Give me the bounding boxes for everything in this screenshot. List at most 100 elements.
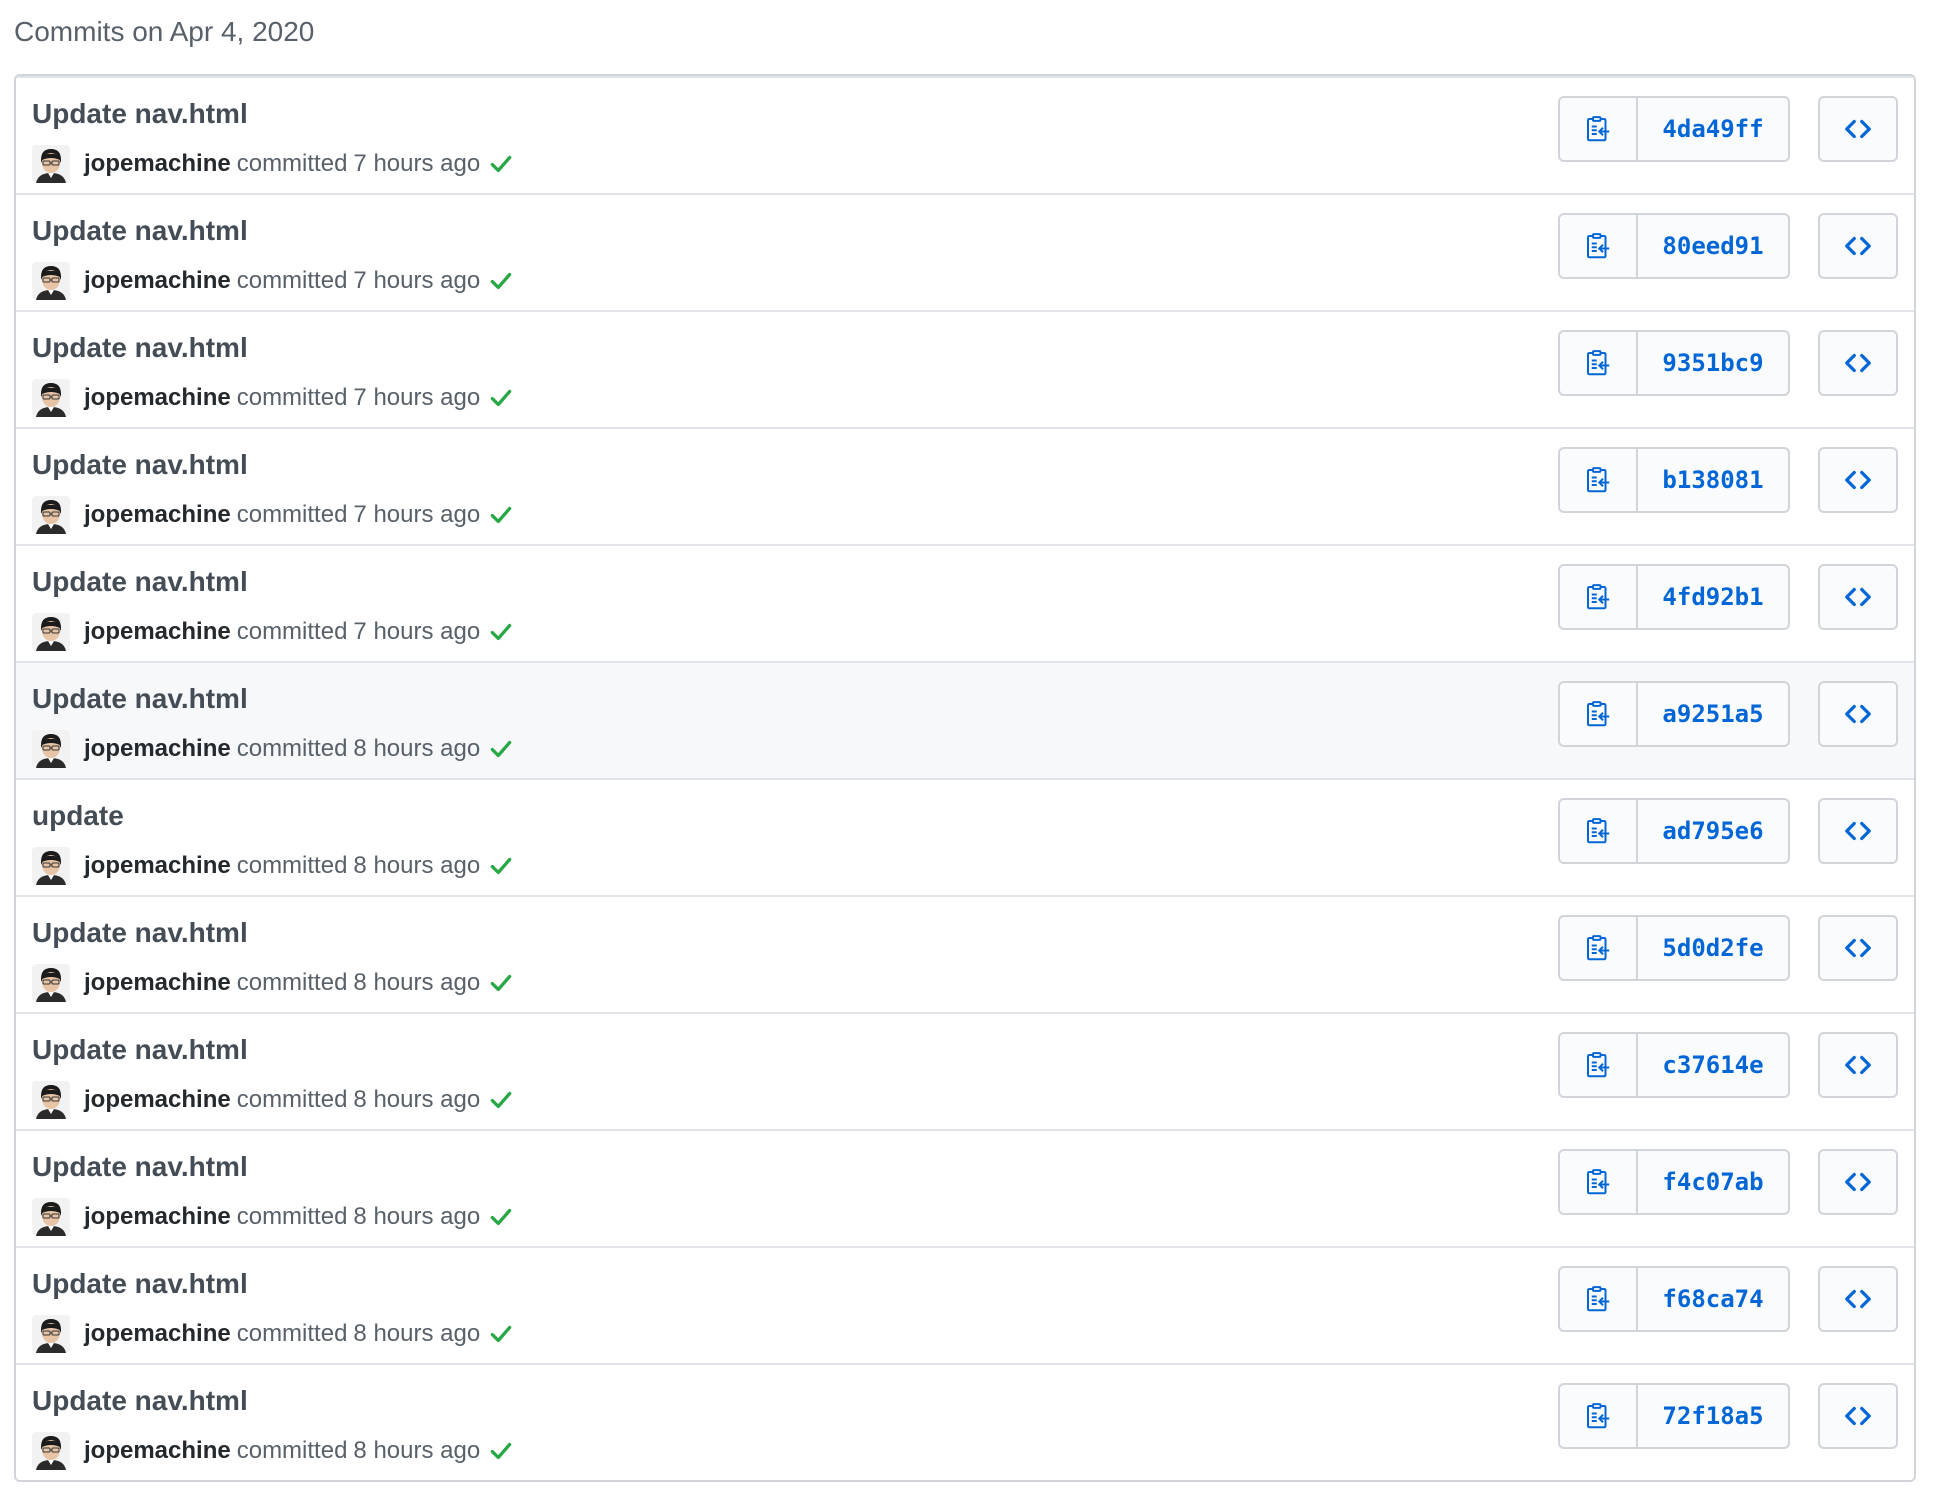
browse-repo-button[interactable] <box>1818 681 1898 747</box>
copy-sha-button[interactable] <box>1560 1385 1638 1447</box>
copy-sha-button[interactable] <box>1560 332 1638 394</box>
author-avatar[interactable] <box>32 964 70 1002</box>
author-avatar[interactable] <box>32 613 70 651</box>
commit-title-link[interactable]: update <box>32 798 124 834</box>
commit-title-link[interactable]: Update nav.html <box>32 96 248 132</box>
commit-row: Update nav.html jopemachine <box>16 1363 1914 1480</box>
browse-repo-button[interactable] <box>1818 330 1898 396</box>
author-avatar[interactable] <box>32 379 70 417</box>
author-avatar[interactable] <box>32 262 70 300</box>
author-avatar[interactable] <box>32 730 70 768</box>
commit-sha-link[interactable]: c37614e <box>1638 1034 1788 1096</box>
commit-author-link[interactable]: jopemachine <box>84 1437 231 1465</box>
commit-sha-link[interactable]: b138081 <box>1638 449 1788 511</box>
copy-sha-button[interactable] <box>1560 566 1638 628</box>
browse-repo-button[interactable] <box>1818 798 1898 864</box>
commit-author-link[interactable]: jopemachine <box>84 1320 231 1348</box>
commit-title-link[interactable]: Update nav.html <box>32 1032 248 1068</box>
commit-author-link[interactable]: jopemachine <box>84 852 231 880</box>
check-icon[interactable] <box>488 1321 514 1347</box>
commit-meta: jopemachine committed 7 hours ago <box>32 261 514 301</box>
browse-repo-button[interactable] <box>1818 1032 1898 1098</box>
check-icon[interactable] <box>488 502 514 528</box>
commit-title-link[interactable]: Update nav.html <box>32 1149 248 1185</box>
check-icon[interactable] <box>488 151 514 177</box>
commit-meta: jopemachine committed 8 hours ago <box>32 729 514 769</box>
copy-sha-button[interactable] <box>1560 98 1638 160</box>
commit-title-link[interactable]: Update nav.html <box>32 564 248 600</box>
commit-sha-link[interactable]: f68ca74 <box>1638 1268 1788 1330</box>
commit-title-link[interactable]: Update nav.html <box>32 330 248 366</box>
browse-repo-button[interactable] <box>1818 915 1898 981</box>
commit-title-link[interactable]: Update nav.html <box>32 1266 248 1302</box>
commit-sha-link[interactable]: 4fd92b1 <box>1638 566 1788 628</box>
browse-repo-button[interactable] <box>1818 213 1898 279</box>
commit-sha-link[interactable]: 4da49ff <box>1638 98 1788 160</box>
commit-sha-link[interactable]: ad795e6 <box>1638 800 1788 862</box>
commit-sha-link[interactable]: 9351bc9 <box>1638 332 1788 394</box>
commit-meta: jopemachine committed 7 hours ago <box>32 495 514 535</box>
check-icon[interactable] <box>488 853 514 879</box>
commit-author-link[interactable]: jopemachine <box>84 267 231 295</box>
commit-sha-link[interactable]: 5d0d2fe <box>1638 917 1788 979</box>
browse-repo-button[interactable] <box>1818 96 1898 162</box>
commit-title-link[interactable]: Update nav.html <box>32 681 248 717</box>
commit-list: Update nav.html jopemachine committed 7 … <box>14 74 1916 1482</box>
commit-author-link[interactable]: jopemachine <box>84 1203 231 1231</box>
browse-repo-button[interactable] <box>1818 1149 1898 1215</box>
check-icon[interactable] <box>488 385 514 411</box>
check-icon[interactable] <box>488 970 514 996</box>
copy-sha-button[interactable] <box>1560 1268 1638 1330</box>
copy-sha-button[interactable] <box>1560 917 1638 979</box>
author-avatar[interactable] <box>32 1315 70 1353</box>
commit-title-link[interactable]: Update nav.html <box>32 213 248 249</box>
author-avatar[interactable] <box>32 1081 70 1119</box>
clippy-icon <box>1587 935 1610 961</box>
clippy-icon <box>1587 1403 1610 1429</box>
author-avatar[interactable] <box>32 1198 70 1236</box>
check-icon[interactable] <box>488 619 514 645</box>
commit-title-link[interactable]: Update nav.html <box>32 915 248 951</box>
commit-row: Update nav.html jopemachine <box>16 1012 1914 1129</box>
copy-sha-button[interactable] <box>1560 800 1638 862</box>
browse-repo-button[interactable] <box>1818 564 1898 630</box>
copy-sha-button[interactable] <box>1560 1151 1638 1213</box>
check-icon[interactable] <box>488 1087 514 1113</box>
copy-sha-button[interactable] <box>1560 449 1638 511</box>
commit-time: 8 hours ago <box>353 1203 481 1230</box>
commit-time: 8 hours ago <box>353 1320 481 1347</box>
commit-sha-link[interactable]: 72f18a5 <box>1638 1385 1788 1447</box>
commit-author-link[interactable]: jopemachine <box>84 618 231 646</box>
commit-author-link[interactable]: jopemachine <box>84 384 231 412</box>
commit-author-link[interactable]: jopemachine <box>84 501 231 529</box>
commit-meta: jopemachine committed 8 hours ago <box>32 1197 514 1237</box>
browse-repo-button[interactable] <box>1818 1266 1898 1332</box>
check-icon[interactable] <box>488 1438 514 1464</box>
commit-sha-link[interactable]: 80eed91 <box>1638 215 1788 277</box>
check-icon[interactable] <box>488 1204 514 1230</box>
commit-title-link[interactable]: Update nav.html <box>32 447 248 483</box>
browse-repo-button[interactable] <box>1818 447 1898 513</box>
browse-repo-button[interactable] <box>1818 1383 1898 1449</box>
author-avatar[interactable] <box>32 496 70 534</box>
author-avatar[interactable] <box>32 145 70 183</box>
commit-author-link[interactable]: jopemachine <box>84 735 231 763</box>
commit-author-link[interactable]: jopemachine <box>84 969 231 997</box>
copy-sha-button[interactable] <box>1560 215 1638 277</box>
commit-title-link[interactable]: Update nav.html <box>32 1383 248 1419</box>
commit-sha-link[interactable]: a9251a5 <box>1638 683 1788 745</box>
author-avatar[interactable] <box>32 1432 70 1470</box>
commit-sha-group: c37614e <box>1558 1032 1790 1098</box>
commit-sha-link[interactable]: f4c07ab <box>1638 1151 1788 1213</box>
commit-sha-group: a9251a5 <box>1558 681 1790 747</box>
copy-sha-button[interactable] <box>1560 1034 1638 1096</box>
copy-sha-button[interactable] <box>1560 683 1638 745</box>
check-icon[interactable] <box>488 268 514 294</box>
author-avatar[interactable] <box>32 847 70 885</box>
check-icon[interactable] <box>488 736 514 762</box>
commit-meta: jopemachine committed 8 hours ago <box>32 1314 514 1354</box>
commit-sha-group: f68ca74 <box>1558 1266 1790 1332</box>
commit-author-link[interactable]: jopemachine <box>84 150 231 178</box>
commit-author-link[interactable]: jopemachine <box>84 1086 231 1114</box>
commit-sha-group: 5d0d2fe <box>1558 915 1790 981</box>
